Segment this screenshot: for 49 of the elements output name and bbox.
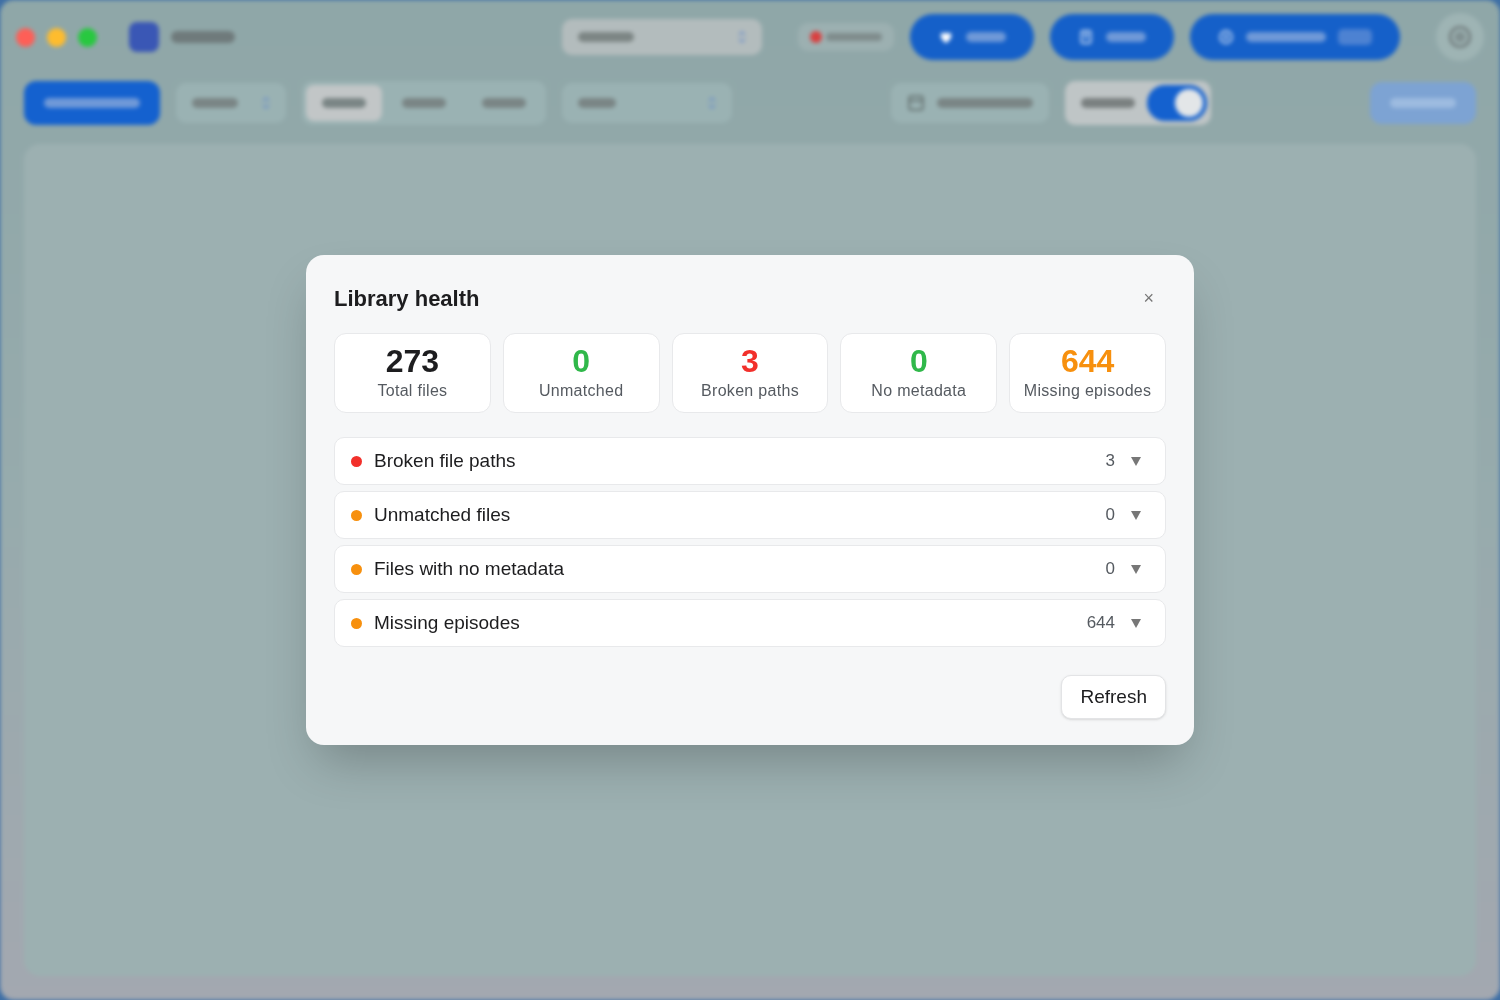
issue-label: Broken file paths — [374, 448, 517, 473]
toolbar-button[interactable] — [1050, 14, 1174, 60]
settings-button[interactable] — [1436, 13, 1484, 61]
stat-label: Missing episodes — [1023, 381, 1152, 401]
issue-count: 0 — [1105, 558, 1115, 581]
issue-row[interactable]: Unmatched files 0 — [334, 491, 1166, 539]
stat-label: Broken paths — [701, 381, 799, 401]
profile-select[interactable] — [562, 19, 762, 55]
refresh-button[interactable]: Refresh — [1061, 675, 1166, 719]
caret-icon — [1131, 510, 1141, 520]
minimize-window-button[interactable] — [47, 27, 66, 47]
stat-label: Total files — [377, 381, 448, 401]
stat-value: 0 — [572, 343, 591, 379]
zoom-window-button[interactable] — [78, 27, 97, 47]
stat-label: No metadata — [871, 381, 967, 401]
same-folder-button[interactable] — [891, 83, 1049, 123]
stat-value: 3 — [741, 343, 759, 379]
stat-value: 273 — [385, 343, 440, 379]
issue-label: Unmatched files — [374, 502, 512, 527]
blurred-label-bar — [1081, 98, 1135, 108]
toolbar-button[interactable] — [1190, 14, 1400, 60]
folder-icon — [907, 94, 925, 112]
blurred-title-bar — [171, 31, 235, 43]
issue-label: Files with no metadata — [374, 556, 566, 581]
dialog-title: Library health — [334, 284, 480, 313]
app-logo-icon — [129, 22, 159, 52]
rename-button[interactable] — [1370, 82, 1476, 124]
mode-select[interactable] — [176, 83, 286, 123]
add-files-button[interactable] — [24, 81, 160, 125]
close-button[interactable]: × — [1143, 284, 1154, 312]
toolbar-button[interactable] — [910, 14, 1034, 60]
conflict-select[interactable] — [562, 83, 732, 123]
close-window-button[interactable] — [16, 27, 35, 47]
issue-count: 3 — [1105, 450, 1115, 473]
operation-tab[interactable] — [306, 85, 382, 121]
issue-label: Missing episodes — [374, 610, 521, 635]
caret-icon — [1131, 618, 1141, 628]
issue-count: 0 — [1105, 504, 1115, 527]
stat-value: 0 — [909, 343, 928, 379]
issue-row[interactable]: Files with no metadata 0 — [334, 545, 1166, 593]
caret-icon — [1131, 456, 1141, 466]
issue-row[interactable]: Broken file paths 3 — [334, 437, 1166, 485]
folder-toggle[interactable] — [1147, 85, 1207, 121]
issue-count: 644 — [1086, 612, 1115, 635]
issue-row[interactable]: Missing episodes 644 — [334, 599, 1166, 647]
caret-icon — [1131, 564, 1141, 574]
stat-value: 644 — [1060, 343, 1115, 379]
stat-label: Unmatched — [538, 381, 624, 401]
settings-icon — [1447, 24, 1473, 50]
